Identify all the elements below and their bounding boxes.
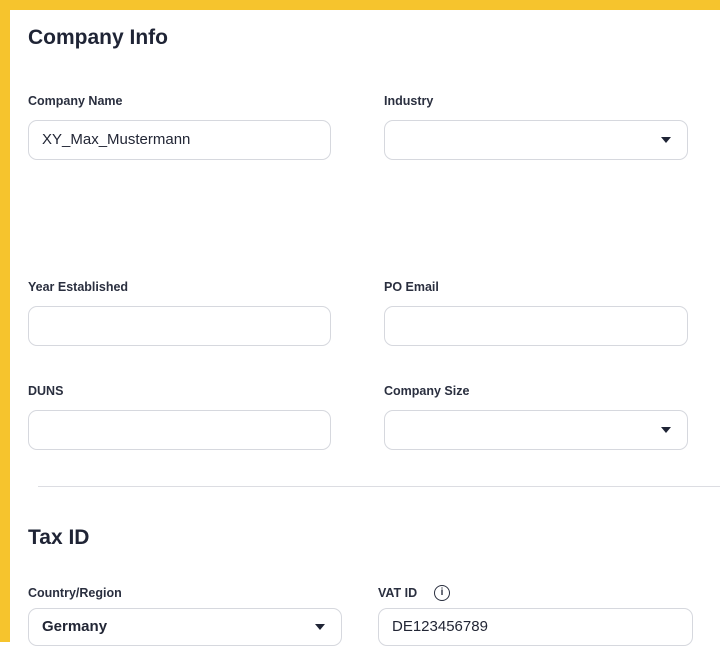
company-size-select[interactable] (384, 410, 688, 450)
company-name-input[interactable]: XY_Max_Mustermann (28, 120, 331, 160)
duns-label: DUNS (28, 384, 64, 398)
info-icon[interactable]: i (434, 585, 450, 601)
chevron-down-icon (661, 137, 671, 143)
company-name-label: Company Name (28, 94, 123, 108)
duns-input[interactable] (28, 410, 331, 450)
industry-select[interactable] (384, 120, 688, 160)
chevron-down-icon (661, 427, 671, 433)
po-email-label: PO Email (384, 280, 439, 294)
po-email-input[interactable] (384, 306, 688, 346)
year-established-label: Year Established (28, 280, 129, 294)
company-info-heading: Company Info (28, 26, 168, 49)
country-region-select[interactable]: Germany (28, 608, 342, 646)
company-size-label: Company Size (384, 384, 470, 398)
country-region-value: Germany (42, 618, 108, 635)
section-divider (38, 486, 720, 487)
country-region-label: Country/Region (28, 586, 122, 600)
tax-id-heading: Tax ID (28, 526, 90, 549)
chevron-down-icon (315, 624, 325, 630)
company-form-panel: Company Info Company Name XY_Max_Musterm… (0, 0, 720, 642)
vat-id-input[interactable]: DE123456789 (378, 608, 693, 646)
industry-label: Industry (384, 94, 434, 108)
year-established-input[interactable] (28, 306, 331, 346)
vat-id-label: VAT ID (378, 586, 418, 600)
